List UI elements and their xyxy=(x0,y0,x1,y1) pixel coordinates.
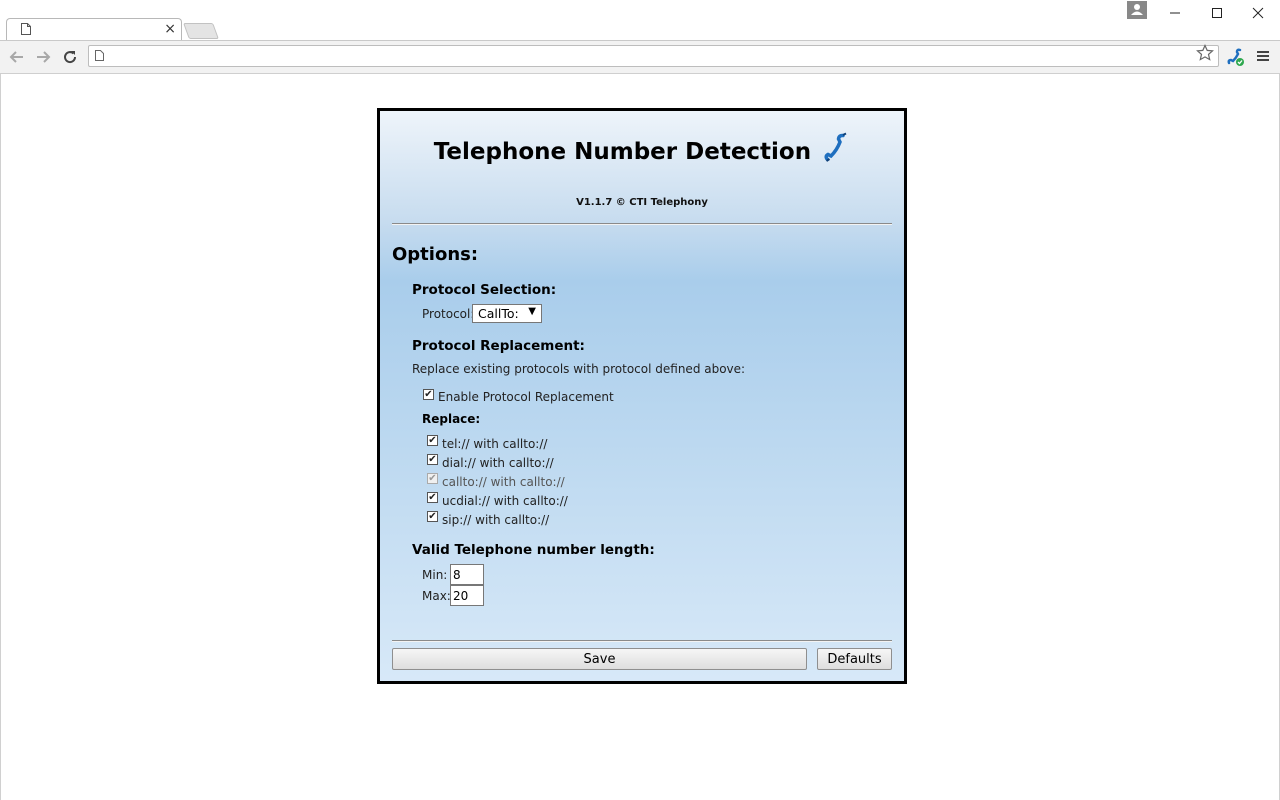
replace-sip-label: sip:// with callto:// xyxy=(442,513,550,527)
min-length-input[interactable] xyxy=(450,564,484,585)
user-icon[interactable] xyxy=(1127,1,1147,19)
replace-ucdial-checkbox[interactable]: ✔ xyxy=(427,492,438,503)
extension-phone-icon[interactable] xyxy=(1225,47,1245,67)
replace-callto-label: callto:// with callto:// xyxy=(442,475,565,489)
save-button[interactable]: Save xyxy=(392,648,807,670)
protocol-label: Protocol: xyxy=(422,307,475,321)
max-label: Max: xyxy=(422,589,451,603)
defaults-button[interactable]: Defaults xyxy=(817,648,892,670)
menu-icon[interactable] xyxy=(1256,48,1270,64)
header: Telephone Number Detection xyxy=(380,132,904,168)
replace-tel-label: tel:// with callto:// xyxy=(442,437,548,451)
divider xyxy=(392,223,892,225)
minimize-icon[interactable] xyxy=(1164,4,1186,22)
forward-icon[interactable] xyxy=(33,47,53,67)
close-icon[interactable]: × xyxy=(164,20,176,38)
protocol-select-value: CallTo: xyxy=(478,306,519,321)
browser-toolbar xyxy=(0,41,1280,74)
replace-heading: Replace: xyxy=(422,412,481,426)
tab-strip: × xyxy=(0,0,1280,41)
browser-tab[interactable]: × xyxy=(6,18,182,40)
protocol-select[interactable]: CallTo: ▼ xyxy=(472,304,542,323)
options-panel: Telephone Number Detection V1.1.7 © CTI … xyxy=(377,108,907,684)
replace-dial-label: dial:// with callto:// xyxy=(442,456,554,470)
replace-sip-checkbox[interactable]: ✔ xyxy=(427,511,438,522)
replace-callto-checkbox: ✔ xyxy=(427,473,438,484)
replace-dial-checkbox[interactable]: ✔ xyxy=(427,454,438,465)
phone-icon xyxy=(824,132,847,162)
new-tab-button[interactable] xyxy=(183,23,219,39)
version-text: V1.1.7 © CTI Telephony xyxy=(576,197,708,208)
close-window-icon[interactable] xyxy=(1247,4,1269,22)
min-label: Min: xyxy=(422,568,448,582)
address-bar[interactable] xyxy=(88,45,1219,67)
star-icon[interactable] xyxy=(1196,44,1214,62)
replacement-description: Replace existing protocols with protocol… xyxy=(412,362,746,376)
replace-tel-checkbox[interactable]: ✔ xyxy=(427,435,438,446)
replace-ucdial-label: ucdial:// with callto:// xyxy=(442,494,568,508)
protocol-selection-heading: Protocol Selection: xyxy=(412,282,557,298)
enable-replacement-label: Enable Protocol Replacement xyxy=(438,390,614,404)
reload-icon[interactable] xyxy=(60,47,80,67)
page-icon xyxy=(21,23,31,35)
dropdown-arrow-icon: ▼ xyxy=(528,306,536,317)
max-length-input[interactable] xyxy=(450,585,484,606)
maximize-icon[interactable] xyxy=(1206,4,1228,22)
address-input[interactable] xyxy=(113,48,1197,66)
page-title: Telephone Number Detection xyxy=(433,139,812,165)
protocol-replacement-heading: Protocol Replacement: xyxy=(412,338,585,354)
divider xyxy=(392,640,892,642)
enable-replacement-checkbox[interactable]: ✔ xyxy=(423,389,434,400)
back-icon[interactable] xyxy=(7,47,27,67)
page-icon xyxy=(95,50,104,61)
options-heading: Options: xyxy=(392,244,479,265)
length-heading: Valid Telephone number length: xyxy=(412,542,655,558)
